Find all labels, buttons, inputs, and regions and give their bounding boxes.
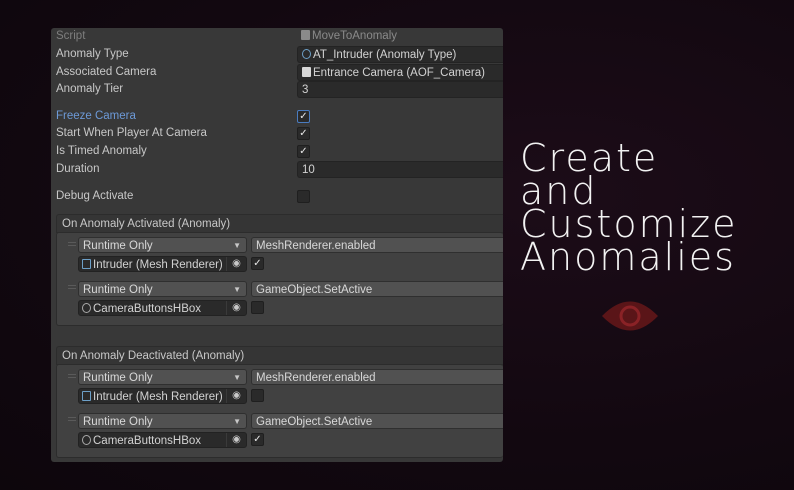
anomaly-type-value: AT_Intruder (Anomaly Type) [313,49,457,61]
freeze-camera-checkbox[interactable]: ✓ [297,110,310,123]
chevron-down-icon: ▼ [233,417,241,426]
object-value: CameraButtonsHBox [93,435,202,447]
dropdown-value: Runtime Only [83,372,153,384]
eye-icon [602,301,658,331]
anomaly-tier-input[interactable]: 3 [297,81,503,98]
function-dropdown[interactable]: GameObject.SetActive [251,281,503,297]
runtime-mode-dropdown[interactable]: Runtime Only ▼ [78,369,247,385]
object-value: Intruder (Mesh Renderer) [93,391,223,403]
associated-camera-value: Entrance Camera (AOF_Camera) [313,67,485,79]
script-value: MoveToAnomaly [312,30,398,42]
object-picker-icon[interactable]: ◉ [226,389,246,403]
object-picker-icon[interactable]: ◉ [226,257,246,271]
runtime-mode-dropdown[interactable]: Runtime Only ▼ [78,281,247,297]
inspector-panel: Script MoveToAnomaly Anomaly Type AT_Int… [51,28,503,462]
gameobject-icon [82,303,91,313]
script-field: MoveToAnomaly [297,28,503,45]
is-timed-checkbox[interactable]: ✓ [297,145,310,158]
headline-line: Anomalies [520,235,736,279]
function-dropdown[interactable]: MeshRenderer.enabled [251,369,503,385]
script-label: Script [56,30,86,42]
object-field[interactable]: CameraButtonsHBox ◉ [78,432,247,448]
anomaly-type-label: Anomaly Type [56,48,129,60]
object-field[interactable]: CameraButtonsHBox ◉ [78,300,247,316]
chevron-down-icon: ▼ [233,373,241,382]
argument-checkbox[interactable] [251,301,264,314]
function-dropdown[interactable]: MeshRenderer.enabled [251,237,503,253]
debug-activate-label: Debug Activate [56,190,134,202]
gameobject-icon [82,435,91,445]
duration-label: Duration [56,163,100,175]
dropdown-value: Runtime Only [83,416,153,428]
start-when-player-label: Start When Player At Camera [56,127,207,139]
object-value: CameraButtonsHBox [93,303,202,315]
chevron-down-icon: ▼ [233,241,241,250]
object-picker-icon[interactable]: ◉ [226,301,246,315]
event-header: On Anomaly Activated (Anomaly) [56,214,503,233]
mesh-renderer-icon [82,391,91,401]
associated-camera-label: Associated Camera [56,66,157,78]
debug-activate-checkbox[interactable] [297,190,310,203]
object-value: Intruder (Mesh Renderer) [93,259,223,271]
headline: Create and Customize Anomalies [520,139,737,279]
drag-handle[interactable] [68,417,76,421]
duration-input[interactable]: 10 [297,161,503,178]
drag-handle[interactable] [68,285,76,289]
event-list: Runtime Only ▼ MeshRenderer.enabled Intru… [56,232,503,326]
scriptable-object-icon [302,49,311,59]
object-picker-icon[interactable]: ◉ [226,433,246,447]
freeze-camera-label: Freeze Camera [56,110,136,122]
event-header: On Anomaly Deactivated (Anomaly) [56,346,503,365]
start-when-player-checkbox[interactable]: ✓ [297,127,310,140]
is-timed-label: Is Timed Anomaly [56,145,147,157]
chevron-down-icon: ▼ [233,285,241,294]
dropdown-value: Runtime Only [83,240,153,252]
argument-checkbox[interactable]: ✓ [251,433,264,446]
mesh-renderer-icon [82,259,91,269]
argument-checkbox[interactable] [251,389,264,402]
dropdown-value: Runtime Only [83,284,153,296]
drag-handle[interactable] [68,242,76,246]
associated-camera-field[interactable]: Entrance Camera (AOF_Camera) [297,64,503,81]
argument-checkbox[interactable]: ✓ [251,257,264,270]
anomaly-type-field[interactable]: AT_Intruder (Anomaly Type) [297,46,503,63]
drag-handle[interactable] [68,374,76,378]
runtime-mode-dropdown[interactable]: Runtime Only ▼ [78,237,247,253]
object-field[interactable]: Intruder (Mesh Renderer) ◉ [78,388,247,404]
script-icon [301,30,310,40]
script-icon [302,67,311,77]
function-dropdown[interactable]: GameObject.SetActive [251,413,503,429]
object-field[interactable]: Intruder (Mesh Renderer) ◉ [78,256,247,272]
anomaly-tier-label: Anomaly Tier [56,83,124,95]
runtime-mode-dropdown[interactable]: Runtime Only ▼ [78,413,247,429]
event-list: Runtime Only ▼ MeshRenderer.enabled Intru… [56,364,503,458]
